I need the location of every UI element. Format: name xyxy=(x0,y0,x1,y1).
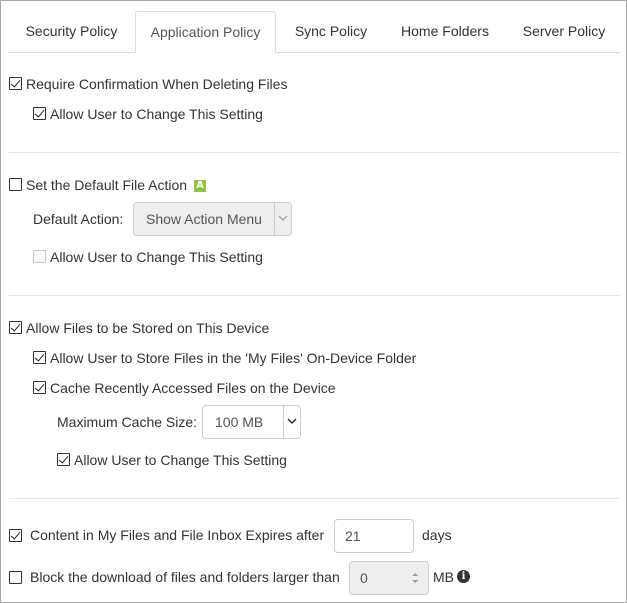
default-action-field-label: Default Action: xyxy=(33,211,124,227)
policy-panel: Security Policy Application Policy Sync … xyxy=(0,0,627,603)
store-files-label: Allow Files to be Stored on This Device xyxy=(26,320,270,336)
default-action-value: Show Action Menu xyxy=(146,211,262,227)
expiry-unit-label: days xyxy=(422,527,452,543)
cache-size-value: 100 MB xyxy=(215,414,264,430)
policy-tabs: Security Policy Application Policy Sync … xyxy=(9,11,620,53)
divider xyxy=(9,295,620,296)
expiry-checkbox[interactable] xyxy=(9,529,22,542)
cache-files-label: Cache Recently Accessed Files on the Dev… xyxy=(50,380,336,396)
store-files-allow-change-label: Allow User to Change This Setting xyxy=(74,452,287,468)
default-action-allow-change-checkbox[interactable] xyxy=(33,250,46,263)
cache-size-select[interactable]: 100 MB xyxy=(202,405,301,439)
block-download-checkbox[interactable] xyxy=(9,571,22,584)
default-action-label: Set the Default File Action xyxy=(26,177,188,193)
block-download-size-input[interactable]: 0 xyxy=(349,561,429,595)
expiry-days-input[interactable]: 21 xyxy=(334,519,414,553)
confirm-delete-allow-change-checkbox[interactable] xyxy=(33,107,46,120)
my-files-checkbox[interactable] xyxy=(33,351,46,364)
confirm-delete-label: Require Confirmation When Deleting Files xyxy=(26,76,288,92)
store-files-allow-change-checkbox[interactable] xyxy=(57,453,70,466)
tab-application-policy[interactable]: Application Policy xyxy=(135,11,276,53)
expiry-label: Content in My Files and File Inbox Expir… xyxy=(30,527,325,543)
my-files-label: Allow User to Store Files in the 'My Fil… xyxy=(50,350,417,366)
tab-server-policy[interactable]: Server Policy xyxy=(508,11,620,52)
block-download-unit-label: MB xyxy=(433,569,454,585)
chevron-down-icon xyxy=(283,406,300,438)
chevron-down-icon xyxy=(274,203,291,235)
spinner-icon[interactable] xyxy=(410,570,420,586)
cache-files-checkbox[interactable] xyxy=(33,381,46,394)
confirm-delete-allow-change-label: Allow User to Change This Setting xyxy=(50,106,263,122)
expiry-days-value: 21 xyxy=(345,528,361,544)
tab-security-policy[interactable]: Security Policy xyxy=(9,11,134,52)
tab-home-folders[interactable]: Home Folders xyxy=(387,11,503,52)
default-action-select[interactable]: Show Action Menu xyxy=(133,202,292,236)
tab-sync-policy[interactable]: Sync Policy xyxy=(279,11,383,52)
divider xyxy=(9,498,620,499)
cache-size-label: Maximum Cache Size: xyxy=(57,414,198,430)
block-download-label: Block the download of files and folders … xyxy=(30,569,340,585)
store-files-checkbox[interactable] xyxy=(9,321,22,334)
divider xyxy=(9,152,620,153)
block-download-size-value: 0 xyxy=(360,570,368,586)
confirm-delete-checkbox[interactable] xyxy=(9,77,22,90)
default-action-allow-change-label: Allow User to Change This Setting xyxy=(50,249,263,265)
android-badge-icon: A xyxy=(194,180,206,192)
default-action-checkbox[interactable] xyxy=(9,178,22,191)
info-icon[interactable]: i xyxy=(457,570,470,583)
